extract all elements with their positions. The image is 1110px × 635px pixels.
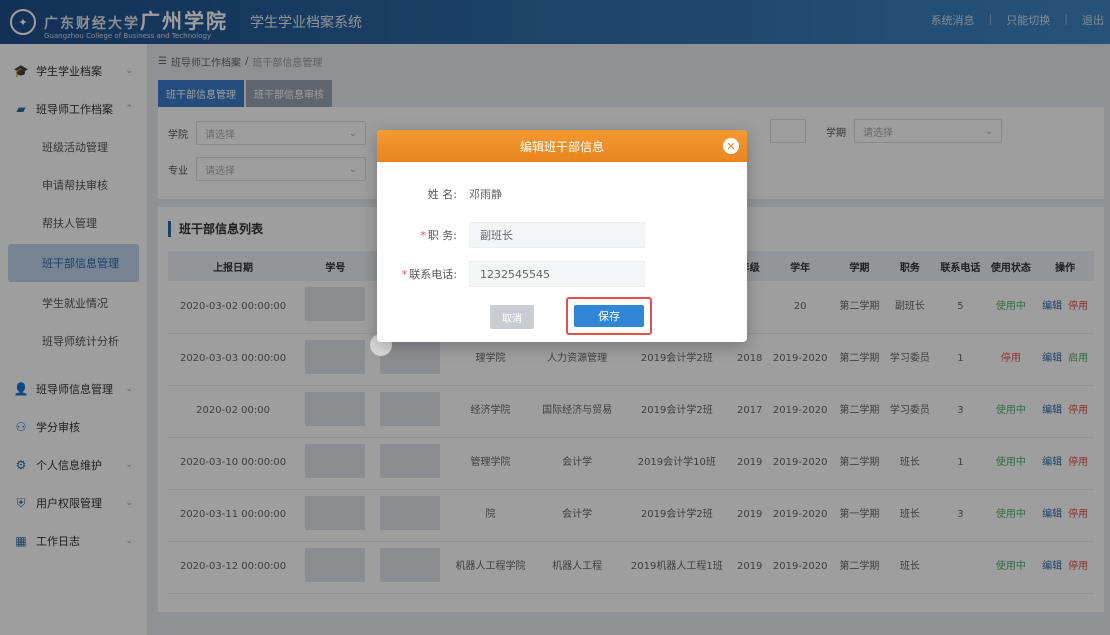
name-label: 姓 名: bbox=[427, 188, 457, 201]
required-mark: * bbox=[420, 229, 426, 242]
post-label: 职 务: bbox=[427, 229, 457, 242]
cancel-button[interactable]: 取消 bbox=[490, 305, 534, 329]
modal-title: 编辑班干部信息 bbox=[519, 139, 604, 154]
post-input[interactable]: 副班长 bbox=[469, 222, 645, 248]
name-value: 邓雨静 bbox=[469, 188, 502, 201]
phone-label: 联系电话: bbox=[409, 268, 457, 281]
name-row: 姓 名: 邓雨静 bbox=[377, 186, 502, 202]
save-button-highlight: 保存 bbox=[566, 297, 652, 335]
modal-header: 编辑班干部信息 ✕ bbox=[377, 130, 747, 162]
close-icon[interactable]: ✕ bbox=[723, 138, 739, 154]
phone-row: * 联系电话: 1232545545 bbox=[377, 261, 645, 287]
save-button[interactable]: 保存 bbox=[574, 305, 644, 327]
phone-input[interactable]: 1232545545 bbox=[469, 261, 645, 287]
edit-cadre-modal: 编辑班干部信息 ✕ 姓 名: 邓雨静 * 职 务: 副班长 * 联系电话: 1232… bbox=[377, 130, 747, 342]
post-row: * 职 务: 副班长 bbox=[377, 222, 645, 248]
required-mark: * bbox=[401, 268, 408, 281]
